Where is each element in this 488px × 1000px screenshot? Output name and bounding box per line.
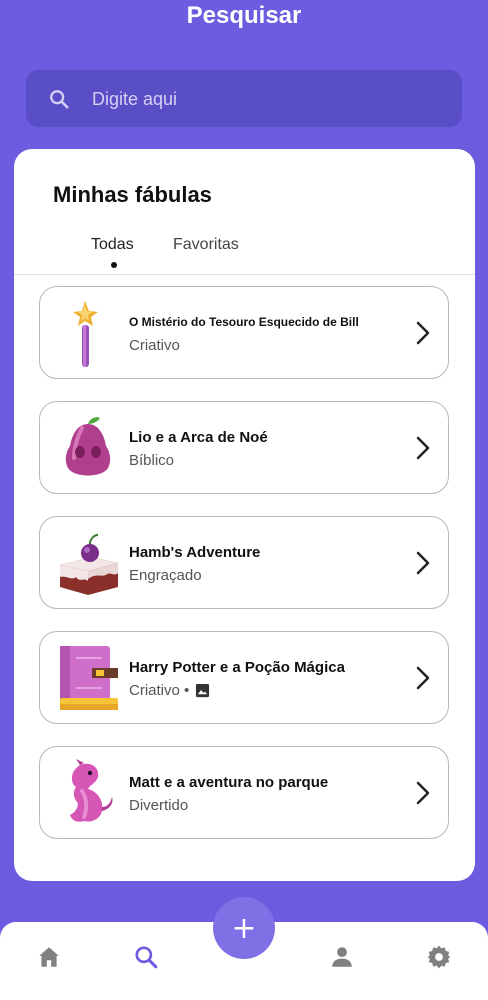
story-item[interactable]: Lio e a Arca de Noé Bíblico [39,401,449,494]
story-genre-label: Engraçado [129,567,202,584]
story-item[interactable]: Harry Potter e a Poção Mágica Criativo • [39,631,449,724]
chevron-right-icon[interactable] [416,781,430,805]
search-icon [50,90,69,109]
image-icon [196,683,210,698]
search-bar[interactable]: Digite aqui [26,70,462,127]
story-genre-label: Bíblico [129,452,175,469]
tab-all[interactable]: Todas [91,236,134,254]
tab-favorites[interactable]: Favoritas [173,236,239,254]
story-title: Harry Potter e a Poção Mágica [129,659,345,676]
fables-card: Minhas fábulas Todas Favoritas O Mistéri… [14,149,475,881]
story-genre-label: Divertido [129,797,189,814]
story-genre: Bíblico [129,452,174,469]
story-genre: Criativo • [129,682,210,699]
tab-divider [14,274,475,275]
story-title: Hamb's Adventure [129,544,261,561]
chevron-right-icon[interactable] [416,321,430,345]
add-fable-button[interactable]: + [213,897,275,959]
story-item[interactable]: O Mistério do Tesouro Esquecido de Bill … [39,286,449,379]
chevron-right-icon[interactable] [416,666,430,690]
page-title: Pesquisar [186,2,302,29]
profile-icon[interactable] [329,944,355,970]
active-tab-indicator [111,262,117,268]
story-item[interactable]: Hamb's Adventure Engraçado [39,516,449,609]
story-title: O Mistério do Tesouro Esquecido de Bill [129,315,359,329]
story-genre-label: Criativo • [129,682,190,699]
magic-wand-icon [73,301,98,367]
story-genre: Criativo [129,337,180,354]
story-item[interactable]: Matt e a aventura no parque Divertido [39,746,449,839]
story-title: Matt e a aventura no parque [129,774,329,791]
story-genre: Engraçado [129,567,202,584]
cake-icon [60,534,118,595]
chevron-right-icon[interactable] [416,436,430,460]
story-title: Lio e a Arca de Noé [129,429,268,446]
story-genre: Divertido [129,797,188,814]
dragon-icon [70,759,113,822]
chevron-right-icon[interactable] [416,551,430,575]
search-icon[interactable] [133,944,159,970]
settings-icon[interactable] [426,944,452,970]
fruit-icon [65,417,111,476]
book-icon [60,646,118,710]
section-title: Minhas fábulas [53,182,212,207]
story-genre-label: Criativo [129,337,180,354]
search-input[interactable]: Digite aqui [92,89,177,110]
home-icon[interactable] [36,944,62,970]
